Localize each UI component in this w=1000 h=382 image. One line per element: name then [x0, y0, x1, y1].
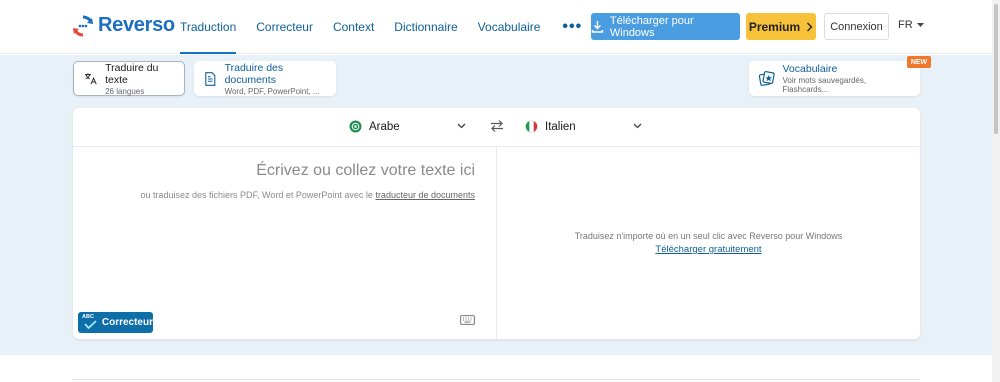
- free-download-link[interactable]: Télécharger gratuitement: [497, 244, 920, 255]
- source-text-input[interactable]: Écrivez ou collez votre texte ici: [256, 162, 475, 180]
- swap-languages-icon[interactable]: [490, 119, 504, 133]
- mode-title: Vocabulaire: [782, 63, 838, 75]
- arabic-flag-icon: [349, 120, 362, 133]
- more-menu-icon[interactable]: •••: [550, 18, 594, 36]
- mode-translate-documents[interactable]: Traduire des documents Word, PDF, PowerP…: [194, 61, 336, 96]
- translator-panel: Arabe Italien Écrivez ou collez votre te…: [73, 108, 920, 339]
- main-nav: Traduction Correcteur Context Dictionnai…: [170, 0, 594, 54]
- nav-item-vocabulaire[interactable]: Vocabulaire: [468, 0, 551, 54]
- reverso-logo-icon: [73, 14, 93, 37]
- target-language-select[interactable]: Italien: [525, 120, 576, 133]
- caret-down-icon: [916, 22, 924, 27]
- corrector-button[interactable]: ABC Correcteur: [78, 312, 153, 333]
- chevron-right-icon: [807, 22, 813, 31]
- source-language-label: Arabe: [369, 120, 400, 133]
- download-icon: [591, 21, 604, 33]
- keyboard-icon[interactable]: [460, 315, 475, 325]
- document-translator-link[interactable]: traducteur de documents: [375, 190, 475, 200]
- new-badge: NEW: [907, 56, 931, 68]
- document-hint: ou traduisez des fichiers PDF, Word et P…: [140, 190, 475, 200]
- mode-translate-text-labels: Traduire du texte 26 langues: [105, 62, 174, 96]
- mode-translate-documents-labels: Traduire des documents Word, PDF, PowerP…: [225, 62, 326, 96]
- source-language-select[interactable]: Arabe: [349, 120, 400, 133]
- download-label: Télécharger pour Windows: [609, 14, 694, 39]
- nav-item-context[interactable]: Context: [323, 0, 384, 54]
- windows-promo-text: Traduisez n'importe où en un seul clic a…: [574, 231, 843, 241]
- source-chevron-down-icon[interactable]: [457, 123, 466, 129]
- mode-subtitle: Word, PDF, PowerPoint, ...: [224, 86, 320, 96]
- mode-subtitle: Voir mots sauvegardés, Flashcards...: [782, 76, 867, 94]
- below-panel-area: [0, 355, 992, 382]
- mode-title: Traduire du texte: [105, 61, 159, 86]
- mode-vocabulary[interactable]: Vocabulaire Voir mots sauvegardés, Flash…: [749, 61, 920, 96]
- corrector-label: Correcteur: [101, 317, 153, 328]
- logo-text: Reverso: [98, 14, 175, 36]
- mode-subtitle: 26 langues: [105, 86, 145, 96]
- interface-language-label: FR: [898, 19, 913, 31]
- flashcards-icon: [759, 71, 775, 86]
- document-icon: [205, 71, 216, 86]
- login-button[interactable]: Connexion: [824, 13, 889, 40]
- mode-vocabulary-labels: Vocabulaire Voir mots sauvegardés, Flash…: [783, 63, 911, 94]
- abc-check-icon: ABC: [82, 314, 98, 330]
- section-divider: [72, 379, 920, 380]
- translate-icon: [84, 73, 97, 85]
- download-windows-button[interactable]: Télécharger pour Windows: [591, 13, 740, 40]
- language-bar: Arabe Italien: [73, 108, 920, 147]
- reverso-logo[interactable]: Reverso: [72, 14, 175, 37]
- premium-button[interactable]: Premium: [746, 13, 816, 40]
- target-chevron-down-icon[interactable]: [633, 123, 642, 129]
- nav-item-dictionnaire[interactable]: Dictionnaire: [384, 0, 467, 54]
- italian-flag-icon: [525, 120, 538, 133]
- target-language-label: Italien: [545, 120, 576, 133]
- premium-label: Premium: [748, 19, 801, 34]
- page-scrollbar-thumb[interactable]: [994, 4, 998, 134]
- top-navigation-bar: Reverso Traduction Correcteur Context Di…: [0, 0, 992, 54]
- panel-divider: [496, 147, 497, 339]
- document-hint-text: ou traduisez des fichiers PDF, Word et P…: [140, 190, 376, 200]
- nav-item-traduction[interactable]: Traduction: [170, 0, 246, 54]
- mode-translate-text[interactable]: Traduire du texte 26 langues: [73, 61, 185, 96]
- interface-language-select[interactable]: FR: [898, 19, 924, 31]
- mode-title: Traduire des documents: [224, 61, 284, 86]
- nav-item-correcteur[interactable]: Correcteur: [246, 0, 323, 54]
